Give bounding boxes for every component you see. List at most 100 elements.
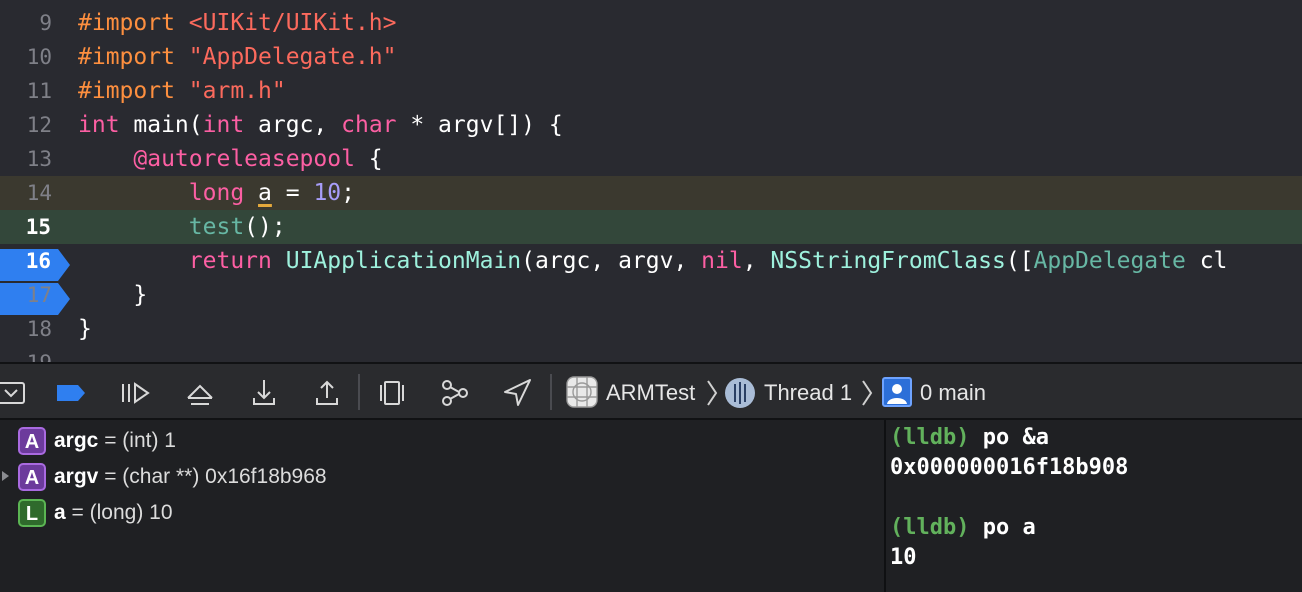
argument-badge: A [18, 463, 46, 491]
debug-console[interactable]: (lldb) po &a 0x000000016f18b908 (lldb) p… [886, 420, 1302, 592]
code-text[interactable]: #import "AppDelegate.h" [78, 40, 397, 74]
current-line[interactable]: 14 long a = 10; [0, 176, 1302, 210]
breakpoints-toggle-icon[interactable] [54, 376, 88, 410]
stack-frame-user-icon[interactable] [882, 377, 912, 407]
code-token: a [258, 180, 272, 206]
chevron-right-icon [862, 380, 873, 406]
code-line[interactable]: 11 #import "arm.h" [0, 74, 1302, 108]
variable-name: argc [54, 429, 99, 452]
code-token: (argc, argv, [521, 248, 702, 274]
lldb-prompt: (lldb) [890, 425, 970, 450]
code-token: ([ [1005, 248, 1034, 274]
code-editor[interactable]: 9 #import <UIKit/UIKit.h> 10 #import "Ap… [0, 0, 1302, 362]
breadcrumb-target[interactable]: ARMTest [606, 364, 695, 422]
code-text[interactable]: } [78, 278, 147, 312]
code-line[interactable]: 12 int main(int argc, char * argv[]) { [0, 108, 1302, 142]
code-token: argc, [244, 112, 342, 138]
code-line[interactable]: 10 #import "AppDelegate.h" [0, 40, 1302, 74]
code-text[interactable]: test(); [78, 210, 286, 244]
code-token: (); [244, 214, 286, 240]
variable-row[interactable]: A argc = (int) 1 [0, 422, 884, 458]
code-token: "AppDelegate.h" [188, 44, 397, 70]
code-token: cl [1185, 248, 1228, 274]
console-command: (lldb) po &a [890, 423, 1049, 453]
thread-icon[interactable] [724, 377, 756, 409]
code-text[interactable]: @autoreleasepool { [78, 142, 383, 176]
code-text[interactable]: } [78, 312, 92, 346]
line-number[interactable]: 19 [0, 346, 60, 362]
console-command: (lldb) po a [890, 513, 1036, 543]
line-number: 16 [25, 249, 51, 273]
code-token: AppDelegate [1033, 248, 1186, 274]
code-text[interactable]: #import <UIKit/UIKit.h> [78, 6, 397, 40]
code-token: 10 [313, 180, 342, 206]
code-text[interactable]: return UIApplicationMain(argc, argv, nil… [78, 244, 1228, 278]
line-number[interactable]: 10 [0, 40, 60, 74]
hide-debug-area-icon[interactable] [0, 376, 28, 410]
line-number[interactable]: 12 [0, 108, 60, 142]
code-line[interactable]: 16 return UIApplicationMain(argc, argv, … [0, 244, 1302, 315]
local-badge: L [18, 499, 46, 527]
code-token: <UIKit/UIKit.h> [188, 10, 397, 36]
breakpoint-marker[interactable]: 16 [0, 245, 70, 315]
line-number[interactable]: 9 [0, 6, 60, 40]
code-token: int [202, 112, 245, 138]
code-token: { [354, 146, 383, 172]
debug-view-hierarchy-icon[interactable] [375, 376, 409, 410]
program-counter-line[interactable]: 15 test(); [0, 210, 1302, 281]
disclosure-triangle-icon[interactable] [2, 471, 9, 481]
line-number[interactable]: 18 [0, 312, 60, 346]
code-token: char [341, 112, 397, 138]
simulate-location-icon[interactable] [500, 376, 534, 410]
code-token: NSStringFromClass [770, 248, 1006, 274]
breadcrumb-frame[interactable]: 0 main [920, 364, 986, 422]
code-text[interactable]: #import "arm.h" [78, 74, 286, 108]
debug-memory-graph-icon[interactable] [438, 376, 472, 410]
line-number: 15 [25, 215, 51, 239]
code-token: = [271, 180, 314, 206]
variable-value: = (long) 10 [65, 501, 173, 524]
line-number[interactable]: 11 [0, 74, 60, 108]
console-output: 0x000000016f18b908 [890, 455, 1129, 480]
console-command-text: po &a [969, 425, 1049, 450]
step-out-icon[interactable] [310, 376, 344, 410]
code-token: test [188, 214, 245, 240]
code-text[interactable]: long a = 10; [78, 176, 355, 210]
code-line[interactable]: 18 } [0, 312, 1302, 346]
code-line[interactable]: 9 #import <UIKit/UIKit.h> [0, 6, 1302, 40]
line-number[interactable]: 17 [0, 278, 60, 312]
code-token: @autoreleasepool [133, 146, 355, 172]
code-token: } [78, 316, 92, 342]
code-line[interactable]: 13 @autoreleasepool { [0, 142, 1302, 176]
toolbar-separator [358, 374, 360, 410]
line-number[interactable]: 14 [0, 176, 60, 210]
code-token: UIApplicationMain [285, 248, 522, 274]
argument-badge: A [18, 427, 46, 455]
variable-name: a [54, 501, 66, 524]
variable-name: argv [54, 465, 99, 488]
breadcrumb-thread[interactable]: Thread 1 [764, 364, 852, 422]
variable-row[interactable]: A argv = (char **) 0x16f18b968 [0, 458, 884, 494]
continue-icon[interactable] [118, 376, 152, 410]
console-output: 10 [890, 545, 917, 570]
variable-row[interactable]: L a = (long) 10 [0, 494, 884, 530]
chevron-right-icon [707, 380, 718, 406]
variable-value: = (int) 1 [98, 429, 176, 452]
code-token: main( [119, 112, 203, 138]
breakpoint-marker[interactable]: 15 [0, 211, 70, 281]
code-text[interactable]: int main(int argc, char * argv[]) { [78, 108, 563, 142]
step-into-icon[interactable] [247, 376, 281, 410]
toolbar-separator [550, 374, 552, 410]
code-line[interactable]: 19 [0, 346, 1302, 362]
code-token: #import [78, 78, 189, 104]
code-line[interactable]: 17 } [0, 278, 1302, 312]
line-number[interactable]: 13 [0, 142, 60, 176]
step-over-icon[interactable] [183, 376, 217, 410]
variables-view: A argc = (int) 1 A argv = (char **) 0x16… [0, 420, 884, 592]
app-icon[interactable] [565, 375, 599, 409]
code-token: #import [78, 10, 189, 36]
variable-value: = (char **) 0x16f18b968 [98, 465, 327, 488]
